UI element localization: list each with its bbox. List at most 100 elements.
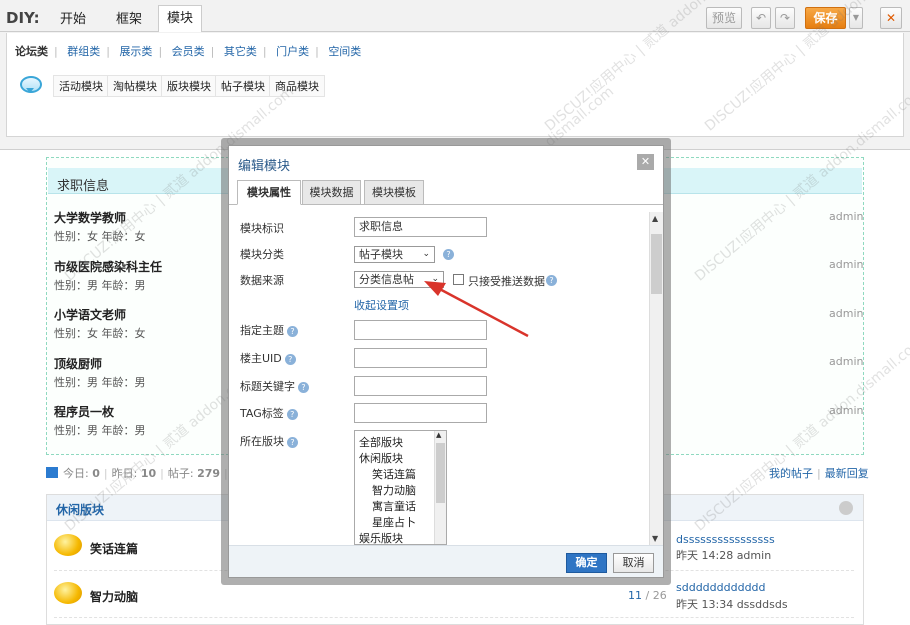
forum-last-time: 昨天 13:34 dssddsds (676, 598, 788, 611)
field-label: 模块标识 (240, 222, 284, 235)
category-member[interactable]: 会员类 (172, 43, 205, 59)
cancel-button[interactable]: 取消 (613, 553, 654, 573)
tab-frame[interactable]: 框架 (116, 8, 142, 32)
module-goods[interactable]: 商品模块 (269, 75, 325, 97)
annotation-arrow-icon (424, 281, 529, 338)
stat-posts: 279 (197, 467, 221, 480)
listbox-option[interactable]: 全部版块 (359, 434, 403, 450)
post-meta: 性别：男 年龄：男 (54, 424, 146, 437)
stat-today: 0 (92, 467, 100, 480)
tab-module-template[interactable]: 模块模板 (364, 180, 424, 205)
listbox-option[interactable]: 寓言童话 (372, 498, 416, 514)
post-title[interactable]: 顶级厨师 (54, 355, 102, 372)
undo-button[interactable]: ↶ (751, 7, 771, 29)
stat-yesterday: 10 (140, 467, 157, 480)
chevron-down-icon[interactable]: ▼ (652, 534, 658, 543)
help-icon: ? (298, 382, 309, 393)
post-title[interactable]: 市级医院感染科主任 (54, 258, 162, 275)
post-meta: 性别：男 年龄：男 (54, 279, 146, 292)
module-activity[interactable]: 活动模块 (53, 75, 109, 97)
help-icon[interactable]: ? (546, 275, 557, 286)
post-author[interactable]: admin (829, 355, 863, 368)
collapse-icon[interactable] (839, 501, 853, 515)
tab-module-data[interactable]: 模块数据 (302, 180, 361, 205)
collapse-settings-link[interactable]: 收起设置项 (354, 297, 409, 313)
post-author[interactable]: admin (829, 210, 863, 223)
uid-input[interactable] (354, 348, 487, 368)
dialog-close-button[interactable]: ✕ (637, 154, 654, 170)
section-title[interactable]: 休闲版块 (56, 501, 104, 518)
field-label: 楼主UID? (240, 350, 296, 366)
my-posts-link[interactable]: 我的帖子 (769, 467, 813, 480)
category-display[interactable]: 展示类 (119, 43, 152, 59)
chevron-up-icon[interactable]: ▲ (652, 214, 658, 223)
help-icon: ? (286, 409, 298, 420)
post-meta: 性别：男 年龄：男 (54, 376, 146, 389)
post-title[interactable]: 大学数学教师 (54, 209, 126, 226)
listbox-option[interactable]: 星座占卜 (372, 514, 416, 530)
field-label: TAG标签? (240, 405, 298, 421)
chat-bubble-icon (20, 76, 42, 93)
listbox-option[interactable]: 智力动脑 (372, 482, 416, 498)
dialog-scrollbar[interactable]: ▲ ▼ (649, 212, 663, 545)
field-label: 数据来源 (240, 274, 284, 287)
redo-icon: ↷ (779, 11, 791, 25)
listbox-option[interactable]: 娱乐版块 (359, 530, 403, 544)
post-meta: 性别：女 年龄：女 (54, 327, 146, 340)
preview-button[interactable]: 预览 (706, 7, 742, 29)
post-author[interactable]: admin (829, 404, 863, 417)
module-collection[interactable]: 淘帖模块 (107, 75, 163, 97)
category-forum[interactable]: 论坛类 (15, 43, 48, 59)
post-title[interactable]: 程序员一枚 (54, 403, 114, 420)
post-meta: 性别：女 年龄：女 (54, 230, 146, 243)
diy-label: DIY: (6, 9, 40, 27)
block-class-select[interactable]: 帖子模块 ⌄ (354, 246, 435, 263)
chevron-down-icon: ⌄ (422, 249, 430, 259)
forum-last-post[interactable]: dssssssssssssssss (676, 533, 775, 546)
module-thread[interactable]: 帖子模块 (215, 75, 271, 97)
category-nav: 论坛类 | 群组类 | 展示类 | 会员类 | 其它类 | 门户类 | 空间类 (15, 43, 362, 59)
help-icon: ? (287, 437, 298, 448)
category-group[interactable]: 群组类 (67, 43, 100, 59)
frame-title: 求职信息 (57, 179, 110, 194)
scrollbar-thumb[interactable] (651, 234, 662, 294)
save-dropdown-button[interactable]: ▼ (849, 7, 863, 29)
close-icon: ✕ (640, 155, 651, 168)
confirm-button[interactable]: 确定 (566, 553, 607, 573)
tab-module-properties[interactable]: 模块属性 (237, 180, 301, 205)
post-title[interactable]: 小学语文老师 (54, 306, 126, 323)
listbox-option[interactable]: 休闲版块 (359, 450, 403, 466)
keyword-input[interactable] (354, 376, 487, 396)
tag-input[interactable] (354, 403, 487, 423)
save-button[interactable]: 保存 (805, 7, 846, 29)
block-id-input[interactable]: 求职信息 (354, 217, 487, 237)
help-icon: ? (284, 354, 296, 365)
forum-stats: 今日: 0|昨日: 10|帖子: 279|会 (46, 465, 243, 481)
forum-icon (54, 582, 82, 604)
forum-name[interactable]: 笑话连篇 (90, 540, 138, 557)
listbox-option[interactable]: 笑话连篇 (372, 466, 416, 482)
post-author[interactable]: admin (829, 258, 863, 271)
close-diy-button[interactable]: ✕ (880, 7, 902, 29)
listbox-scrollbar[interactable]: ▲ (434, 431, 446, 544)
category-portal[interactable]: 门户类 (276, 43, 309, 59)
category-space[interactable]: 空间类 (328, 43, 361, 59)
forum-name[interactable]: 智力动脑 (90, 588, 138, 605)
undo-icon: ↶ (755, 11, 767, 25)
forum-last-post[interactable]: sdddddddddddd (676, 581, 766, 594)
field-label: 模块分类 (240, 248, 284, 261)
redo-button[interactable]: ↷ (775, 7, 795, 29)
toolbar-divider (0, 31, 910, 32)
category-other[interactable]: 其它类 (224, 43, 257, 59)
help-icon[interactable]: ? (443, 249, 454, 260)
module-forum[interactable]: 版块模块 (161, 75, 217, 97)
row-divider (54, 617, 854, 618)
my-links: 我的帖子 | 最新回复 (769, 467, 869, 480)
forum-last-time: 昨天 14:28 admin (676, 549, 772, 562)
forum-count: 11 / 26 (628, 589, 667, 602)
tab-module[interactable]: 模块 (158, 5, 202, 32)
latest-reply-link[interactable]: 最新回复 (825, 467, 869, 480)
tab-start[interactable]: 开始 (60, 8, 86, 32)
post-author[interactable]: admin (829, 307, 863, 320)
forum-listbox[interactable]: 全部版块 休闲版块 笑话连篇 智力动脑 寓言童话 星座占卜 娱乐版块 ▲ (354, 430, 447, 545)
